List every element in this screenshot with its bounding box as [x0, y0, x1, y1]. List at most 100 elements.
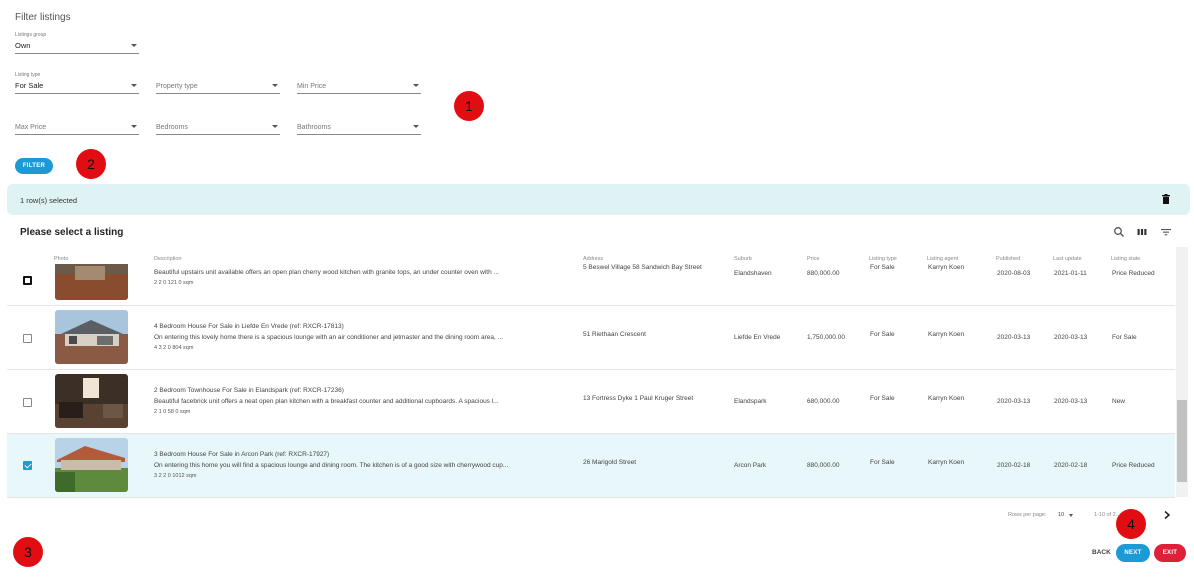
filter-button[interactable]: FILTER: [15, 158, 53, 174]
listings-group-label: Listings group: [15, 32, 47, 38]
columns-icon[interactable]: [1136, 226, 1148, 238]
table-row[interactable]: Beautiful upstairs unit available offers…: [7, 264, 1175, 306]
pagination-range: 1-10 of 2...: [1094, 512, 1121, 518]
listing-suburb: Arcon Park: [734, 462, 767, 469]
listing-type: For Sale: [870, 264, 895, 271]
selection-count: 1 row(s) selected: [20, 196, 78, 205]
chevron-down-icon: [1069, 514, 1073, 517]
back-button[interactable]: BACK: [1092, 549, 1111, 556]
listing-type: For Sale: [870, 395, 895, 402]
listing-suburb: Elandspark: [734, 398, 767, 405]
property-type-select[interactable]: Property type: [156, 72, 280, 94]
listing-specs: 4 3 2 0 804 sqm: [154, 345, 194, 351]
rows-per-page-select[interactable]: 10: [1058, 512, 1064, 518]
exit-button[interactable]: EXIT: [1154, 544, 1186, 562]
column-header-listing-state[interactable]: Listing state: [1111, 256, 1140, 262]
listing-title: 4 Bedroom House For Sale in Liefde En Vr…: [154, 323, 344, 330]
chevron-down-icon: [131, 125, 137, 128]
listing-price: 880,000.00: [807, 462, 840, 469]
table-row[interactable]: 3 Bedroom House For Sale in Arcon Park (…: [7, 434, 1175, 498]
listing-agent: Karryn Koen: [928, 264, 965, 271]
chevron-down-icon: [131, 44, 137, 47]
listing-title: 2 Bedroom Townhouse For Sale in Elandspa…: [154, 387, 344, 394]
listing-type-value: For Sale: [15, 81, 44, 90]
row-checkbox[interactable]: [23, 461, 32, 470]
listing-specs: 3 2 2 0 1012 sqm: [154, 473, 197, 479]
row-checkbox[interactable]: [23, 334, 32, 343]
chevron-down-icon: [413, 84, 419, 87]
listing-published: 2020-03-13: [997, 398, 1031, 405]
listing-photo: [55, 310, 128, 364]
column-header-description[interactable]: Description: [154, 256, 182, 262]
column-header-photo[interactable]: Photo: [54, 256, 68, 262]
table-row[interactable]: 2 Bedroom Townhouse For Sale in Elandspa…: [7, 370, 1175, 434]
trash-icon[interactable]: [1162, 194, 1170, 204]
listing-photo: [55, 264, 128, 300]
listing-agent: Karryn Koen: [928, 395, 965, 402]
listing-agent: Karryn Koen: [928, 331, 965, 338]
chevron-down-icon: [272, 84, 278, 87]
listing-type: For Sale: [870, 331, 895, 338]
listing-description: On entering this lovely home there is a …: [154, 334, 504, 341]
column-header-listing-type[interactable]: Listing type: [869, 256, 897, 262]
bathrooms-select[interactable]: Bathrooms: [297, 113, 421, 135]
listing-description: On entering this home you will find a sp…: [154, 462, 509, 469]
table-row[interactable]: 4 Bedroom House For Sale in Liefde En Vr…: [7, 306, 1175, 370]
max-price-select[interactable]: Max Price: [15, 113, 139, 135]
annotation-badge-4: 4: [1116, 509, 1146, 539]
listings-group-select[interactable]: Listings group Own: [15, 32, 139, 54]
listing-state: For Sale: [1112, 334, 1137, 341]
row-checkbox[interactable]: [23, 398, 32, 407]
listing-address: 26 Marigold Street: [583, 459, 637, 466]
listing-last-update: 2021-01-11: [1054, 270, 1087, 277]
next-button[interactable]: NEXT: [1116, 544, 1150, 562]
listing-published: 2020-08-03: [997, 270, 1031, 277]
listing-published: 2020-03-13: [997, 334, 1031, 341]
table-scrollbar-thumb[interactable]: [1177, 400, 1187, 482]
listing-type-label: Listing type: [15, 72, 41, 78]
column-header-listing-agent[interactable]: Listing agent: [927, 256, 958, 262]
max-price-placeholder: Max Price: [15, 124, 47, 131]
chevron-right-icon[interactable]: [1163, 510, 1171, 520]
row-checkbox[interactable]: [23, 276, 32, 285]
filter-title: Filter listings: [15, 12, 71, 23]
listings-group-value: Own: [15, 41, 31, 50]
chevron-down-icon: [272, 125, 278, 128]
bedrooms-select[interactable]: Bedrooms: [156, 113, 280, 135]
listing-price: 1,750,000.00: [807, 334, 845, 341]
listing-description: Beautiful upstairs unit available offers…: [154, 269, 499, 276]
listing-photo: [55, 438, 128, 492]
listing-photo: [55, 374, 128, 428]
listing-state: Price Reduced: [1112, 270, 1155, 277]
listing-specs: 2 1 0 58 0 sqm: [154, 409, 191, 415]
listing-last-update: 2020-02-18: [1054, 462, 1088, 469]
listing-title: 3 Bedroom House For Sale in Arcon Park (…: [154, 451, 330, 458]
listing-state: New: [1112, 398, 1126, 405]
column-header-suburb[interactable]: Suburb: [734, 256, 752, 262]
column-header-address[interactable]: Address: [583, 256, 603, 262]
column-header-published[interactable]: Published: [996, 256, 1020, 262]
column-header-price[interactable]: Price: [807, 256, 820, 262]
listing-address: 51 Riethaan Crescent: [583, 331, 646, 338]
chevron-down-icon: [131, 84, 137, 87]
listing-address: 5 Beswel Village 58 Sandwich Bay Street: [583, 264, 702, 271]
search-icon[interactable]: [1113, 226, 1125, 238]
listing-suburb: Elandshaven: [734, 270, 772, 277]
listing-last-update: 2020-03-13: [1054, 334, 1088, 341]
listing-type-select[interactable]: Listing type For Sale: [15, 72, 139, 94]
listing-state: Price Reduced: [1112, 462, 1155, 469]
listing-published: 2020-02-18: [997, 462, 1031, 469]
min-price-select[interactable]: Min Price: [297, 72, 421, 94]
selection-bar: 1 row(s) selected: [7, 184, 1190, 215]
annotation-badge-3: 3: [13, 537, 43, 567]
rows-per-page-label: Rows per page:: [1008, 512, 1047, 518]
listing-type: For Sale: [870, 459, 895, 466]
bathrooms-placeholder: Bathrooms: [297, 124, 331, 131]
table-title: Please select a listing: [20, 227, 124, 238]
chevron-down-icon: [413, 125, 419, 128]
column-header-last-update[interactable]: Last update: [1053, 256, 1082, 262]
filter-list-icon[interactable]: [1160, 226, 1172, 238]
listing-specs: 2 2 0 121 0 sqm: [154, 280, 194, 286]
property-type-placeholder: Property type: [156, 83, 198, 90]
listing-address: 13 Fortress Dyke 1 Paul Kruger Street: [583, 395, 694, 402]
